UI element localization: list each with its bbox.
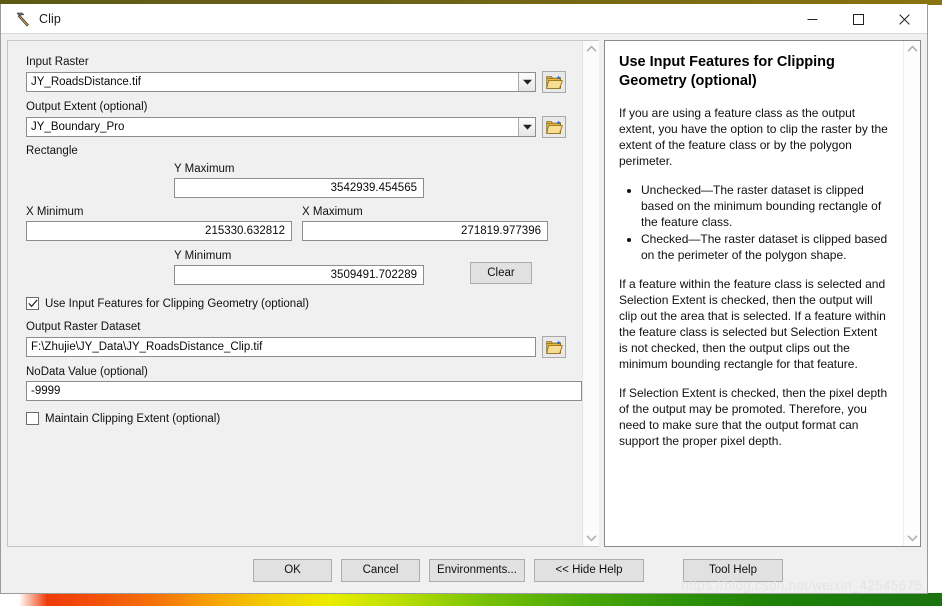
parameters-scrollbar[interactable]	[582, 41, 599, 546]
decorative-bottom-gradient	[0, 593, 942, 606]
x-maximum-label: X Maximum	[302, 206, 363, 218]
title-bar-left: Clip	[1, 4, 789, 33]
input-raster-combo[interactable]: JY_RoadsDistance.tif	[26, 72, 536, 92]
rectangle-extent-group: Y Maximum 3542939.454565 X Minimum 21533…	[26, 162, 566, 285]
input-raster-value: JY_RoadsDistance.tif	[31, 76, 141, 88]
output-extent-row: JY_Boundary_Pro	[26, 116, 566, 138]
chevron-down-icon[interactable]	[518, 73, 535, 91]
help-pane: Use Input Features for Clipping Geometry…	[604, 40, 921, 547]
help-bullet-list: Unchecked—The raster dataset is clipped …	[619, 182, 889, 263]
chevron-down-icon[interactable]	[585, 534, 597, 542]
chevron-down-icon[interactable]	[518, 118, 535, 136]
output-raster-dataset-browse-button[interactable]	[542, 336, 566, 358]
x-minmax-row: X Minimum 215330.632812 X Maximum 271819…	[26, 205, 566, 241]
x-minimum-col: X Minimum 215330.632812	[26, 205, 292, 241]
y-minimum-input[interactable]: 3509491.702289	[174, 265, 424, 285]
help-paragraph-1: If you are using a feature class as the …	[619, 106, 888, 168]
help-paragraph-3: If Selection Extent is checked, then the…	[619, 386, 888, 448]
title-bar: Clip	[1, 4, 927, 34]
chevron-up-icon[interactable]	[585, 45, 597, 53]
output-extent-combo[interactable]: JY_Boundary_Pro	[26, 117, 536, 137]
help-heading: Use Input Features for Clipping Geometry…	[619, 54, 835, 89]
close-button[interactable]	[881, 4, 927, 34]
page-root: Clip Input Raster JY_RoadsDistance.tif O…	[0, 0, 942, 606]
x-minimum-input[interactable]: 215330.632812	[26, 221, 292, 241]
nodata-value-label: NoData Value (optional)	[26, 366, 148, 378]
hide-help-button[interactable]: << Hide Help	[534, 558, 644, 582]
input-raster-row: JY_RoadsDistance.tif	[26, 71, 566, 93]
parameters-pane: Input Raster JY_RoadsDistance.tif Output…	[7, 40, 599, 547]
chevron-up-icon[interactable]	[906, 45, 918, 53]
y-maximum-input[interactable]: 3542939.454565	[174, 178, 424, 198]
y-maximum-label: Y Maximum	[174, 163, 235, 175]
y-maximum-row: Y Maximum 3542939.454565	[26, 162, 566, 198]
environments-button[interactable]: Environments...	[429, 558, 525, 582]
tool-help-button[interactable]: Tool Help	[683, 558, 783, 582]
help-content: Use Input Features for Clipping Geometry…	[605, 41, 903, 546]
decorative-right-gradient	[928, 0, 942, 606]
help-bullet-item: Checked—The raster dataset is clipped ba…	[641, 231, 889, 263]
rectangle-label: Rectangle	[26, 145, 78, 157]
clip-tool-dialog: Clip Input Raster JY_RoadsDistance.tif O…	[0, 4, 928, 594]
y-minimum-col: Y Minimum 3509491.702289	[174, 249, 424, 285]
maximize-button[interactable]	[835, 4, 881, 34]
cancel-button[interactable]: Cancel	[341, 558, 420, 582]
input-raster-label: Input Raster	[26, 56, 89, 68]
nodata-value-input[interactable]: -9999	[26, 381, 582, 401]
x-maximum-col: X Maximum 271819.977396	[302, 205, 566, 241]
y-maximum-col: Y Maximum 3542939.454565	[174, 162, 424, 198]
clear-button-wrap: Clear	[470, 262, 532, 285]
output-extent-browse-button[interactable]	[542, 116, 566, 138]
y-minimum-row: Y Minimum 3509491.702289 Clear	[26, 249, 566, 285]
window-controls	[789, 4, 927, 33]
help-bullet-item: Unchecked—The raster dataset is clipped …	[641, 182, 889, 230]
output-raster-dataset-label: Output Raster Dataset	[26, 321, 141, 333]
help-scrollbar[interactable]	[903, 41, 920, 546]
maintain-clipping-extent-checkbox[interactable]	[26, 412, 39, 425]
output-extent-label: Output Extent (optional)	[26, 101, 148, 113]
clear-button[interactable]: Clear	[470, 262, 532, 284]
maintain-clipping-extent-row[interactable]: Maintain Clipping Extent (optional)	[26, 412, 566, 425]
maintain-clipping-extent-label: Maintain Clipping Extent (optional)	[45, 412, 221, 425]
use-input-features-row[interactable]: Use Input Features for Clipping Geometry…	[26, 297, 566, 310]
help-paragraph-2: If a feature within the feature class is…	[619, 277, 886, 371]
window-title: Clip	[39, 11, 61, 26]
parameters-content: Input Raster JY_RoadsDistance.tif Output…	[8, 41, 582, 546]
use-input-features-checkbox[interactable]	[26, 297, 39, 310]
minimize-button[interactable]	[789, 4, 835, 34]
x-minimum-label: X Minimum	[26, 206, 84, 218]
x-maximum-input[interactable]: 271819.977396	[302, 221, 548, 241]
chevron-down-icon[interactable]	[906, 534, 918, 542]
ok-button[interactable]: OK	[253, 558, 332, 582]
dialog-footer: OK Cancel Environments... << Hide Help T…	[1, 547, 927, 593]
output-extent-value: JY_Boundary_Pro	[31, 121, 125, 133]
output-raster-dataset-row: F:\Zhujie\JY_Data\JY_RoadsDistance_Clip.…	[26, 336, 566, 358]
y-minimum-label: Y Minimum	[174, 250, 232, 262]
input-raster-browse-button[interactable]	[542, 71, 566, 93]
hammer-icon	[14, 11, 32, 27]
output-raster-dataset-input[interactable]: F:\Zhujie\JY_Data\JY_RoadsDistance_Clip.…	[26, 337, 536, 357]
dialog-body: Input Raster JY_RoadsDistance.tif Output…	[1, 34, 927, 547]
use-input-features-label: Use Input Features for Clipping Geometry…	[45, 297, 309, 310]
